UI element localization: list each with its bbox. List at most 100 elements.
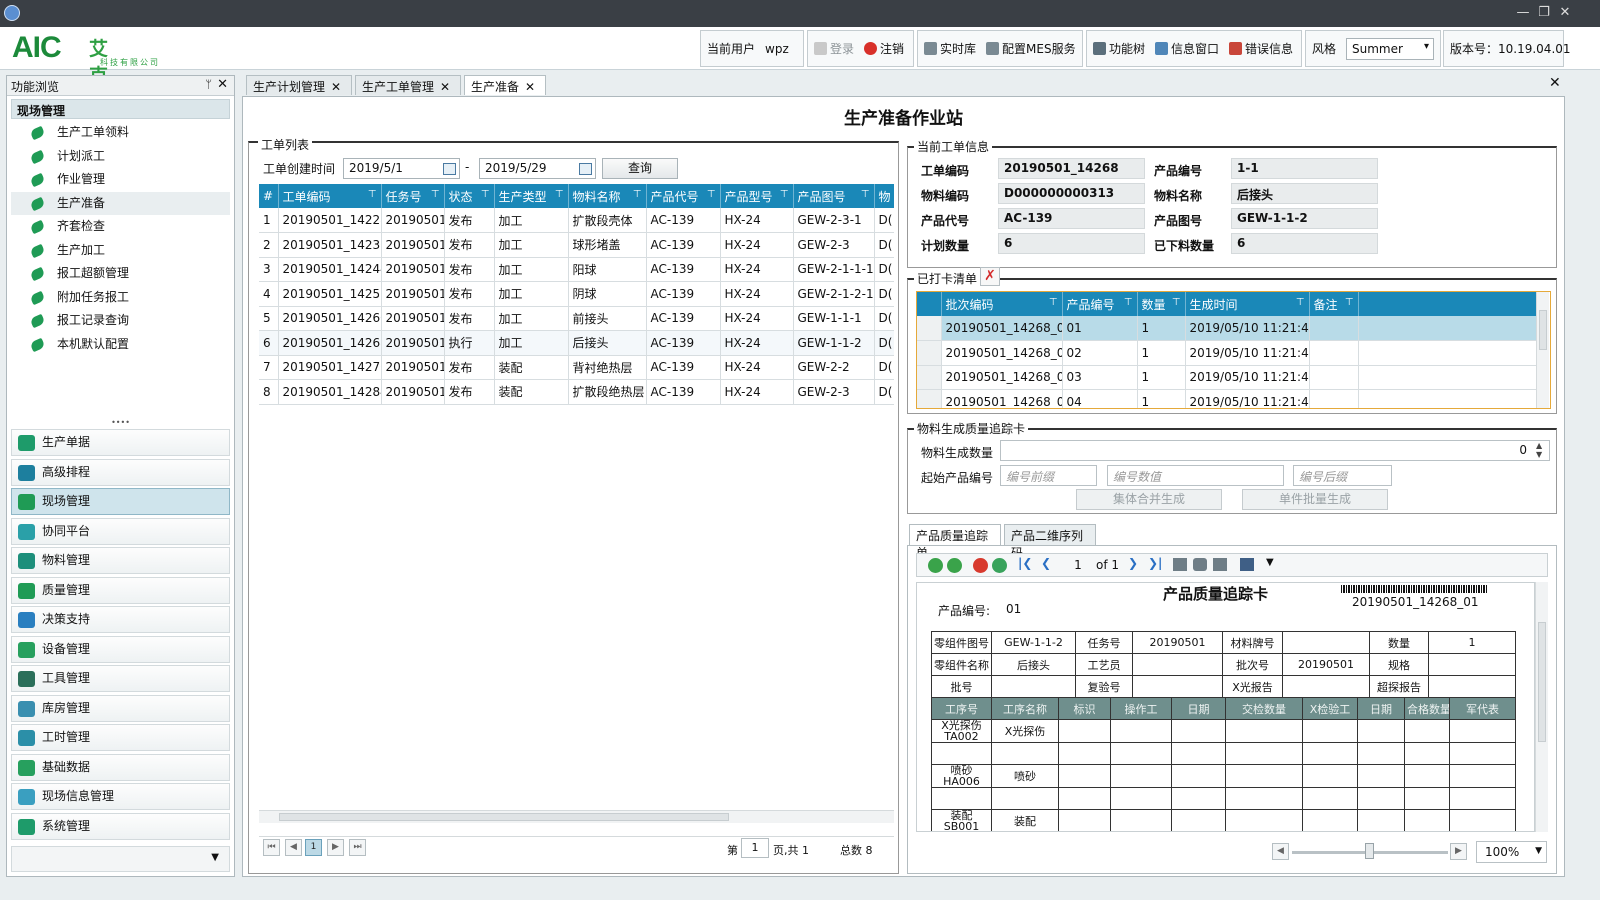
nav-item[interactable]: 设备管理	[11, 635, 230, 663]
table-row[interactable]: 20190501_14268_04 04 1 2019/05/10 11:21:43	[917, 389, 1536, 408]
filter-icon[interactable]: ⊤	[633, 189, 642, 200]
row-selector[interactable]	[917, 340, 942, 366]
calendar-icon[interactable]	[579, 163, 592, 175]
tree-item[interactable]: 齐套检查	[11, 215, 230, 239]
filter-icon[interactable]: ⊤	[368, 189, 377, 200]
zoom-select[interactable]: 100% ▼	[1476, 841, 1547, 863]
filter-icon[interactable]: ⊤	[1345, 297, 1354, 308]
first-page-icon[interactable]: |❮	[1018, 556, 1032, 570]
realtime-db-button[interactable]: 实时库	[924, 40, 976, 57]
nav-item[interactable]: 现场管理	[11, 488, 230, 515]
qty-spinner[interactable]: 0	[1000, 440, 1550, 461]
maximize-button[interactable]: ❐	[1535, 4, 1553, 22]
print-icon[interactable]	[1213, 558, 1227, 571]
zoom-out-button[interactable]: ◀	[1272, 843, 1289, 860]
column-header[interactable]: 产品代号 ⊤	[646, 184, 721, 208]
print-preview-icon[interactable]	[1193, 558, 1207, 571]
next-page-icon[interactable]: ❯	[1128, 556, 1138, 570]
table-row[interactable]: 1 20190501_14228 20190501 发布 加工 扩散段壳体 AC-139 HX…	[259, 208, 894, 233]
refresh-icon[interactable]	[992, 558, 1007, 573]
page-1-button[interactable]: 1	[305, 839, 322, 856]
column-header[interactable]: 产品图号 ⊤	[793, 184, 875, 208]
first-page-button[interactable]: ⏮	[263, 839, 280, 856]
filter-icon[interactable]: ⊤	[707, 189, 716, 200]
column-header[interactable]: 数量 ⊤	[1137, 292, 1186, 316]
horizontal-scrollbar[interactable]	[259, 810, 894, 823]
row-selector[interactable]	[917, 316, 942, 341]
nav-item[interactable]: 协同平台	[11, 517, 230, 545]
column-header[interactable]: 产品型号 ⊤	[720, 184, 794, 208]
tab-qr-serial[interactable]: 产品二维序列码	[1004, 524, 1096, 560]
nav-item[interactable]: 工时管理	[11, 724, 230, 751]
pin-icon[interactable]: ᛘ	[205, 78, 212, 91]
column-header[interactable]: 产品编号 ⊤	[1062, 292, 1138, 316]
column-header[interactable]: #	[259, 184, 279, 208]
nav-item[interactable]: 工具管理	[11, 665, 230, 692]
zoom-slider-handle[interactable]	[1365, 843, 1374, 859]
login-button[interactable]: 登录	[814, 40, 854, 57]
next-page-button[interactable]: ▶	[327, 839, 344, 856]
tree-group-header[interactable]: 现场管理	[11, 99, 230, 119]
prefix-input[interactable]: 编号前缀	[1000, 465, 1097, 486]
nav-item[interactable]: 高级排程	[11, 458, 230, 486]
filter-icon[interactable]: ⊤	[431, 189, 440, 200]
save-icon[interactable]	[1240, 558, 1254, 571]
stop-icon[interactable]	[973, 558, 988, 573]
table-row[interactable]: 6 20190501_14268 20190501 执行 加工 后接头 AC-139 HX-2…	[259, 330, 894, 356]
column-header[interactable]: 任务号 ⊤	[381, 184, 445, 208]
merge-generate-button[interactable]: 集体合并生成	[1076, 489, 1222, 510]
date-from-input[interactable]: 2019/5/1	[343, 158, 460, 179]
nav-item[interactable]: 基础数据	[11, 753, 230, 781]
nav-item[interactable]: 物料管理	[11, 547, 230, 574]
tab-work-order[interactable]: 生产工单管理 ✕	[355, 75, 461, 95]
table-row[interactable]: 2 20190501_14236 20190501 发布 加工 球形堵盖 AC-139 HX-…	[259, 232, 894, 258]
column-header[interactable]: 工单编码 ⊤	[278, 184, 382, 208]
error-info-button[interactable]: 错误信息	[1229, 40, 1293, 57]
tree-item[interactable]: 报工记录查询	[11, 309, 230, 333]
nav-item[interactable]: 决策支持	[11, 606, 230, 633]
table-row[interactable]: 20190501_14268_03 03 1 2019/05/10 11:21:43	[917, 365, 1536, 390]
tree-item[interactable]: 本机默认配置	[11, 333, 230, 357]
forward-icon[interactable]	[947, 558, 962, 573]
close-icon[interactable]: ✕	[440, 80, 450, 94]
last-page-icon[interactable]: ❯|	[1148, 556, 1162, 570]
page-input[interactable]: 1	[741, 838, 769, 858]
report-page-input[interactable]: 1	[1065, 558, 1091, 572]
tree-item[interactable]: 附加任务报工	[11, 286, 230, 310]
table-row[interactable]: 20190501_14268_02 02 1 2019/05/10 11:21:43	[917, 340, 1536, 366]
save-dropdown-icon[interactable]: ▼	[1266, 557, 1274, 568]
nav-item[interactable]: 生产单据	[11, 429, 230, 456]
nav-item[interactable]: 系统管理	[11, 812, 230, 840]
filter-icon[interactable]: ⊤	[1049, 297, 1058, 308]
table-row[interactable]: 8 20190501_14284 20190501 发布 装配 扩散段绝热层 AC-139 H…	[259, 379, 894, 405]
filter-icon[interactable]: ⊤	[780, 189, 789, 200]
column-header[interactable]: 物	[874, 184, 894, 208]
zoom-in-button[interactable]: ▶	[1450, 843, 1467, 860]
row-selector[interactable]	[917, 365, 942, 390]
tree-item[interactable]: 计划派工	[11, 145, 230, 169]
tree-item[interactable]: 报工超额管理	[11, 262, 230, 286]
filter-icon[interactable]: ⊤	[555, 189, 564, 200]
back-icon[interactable]	[928, 558, 943, 573]
prev-page-button[interactable]: ◀	[285, 839, 302, 856]
table-row[interactable]: 3 20190501_14244 20190501 发布 加工 阳球 AC-139 HX-24…	[259, 257, 894, 282]
prev-page-icon[interactable]: ❮	[1041, 556, 1051, 570]
close-all-tabs-icon[interactable]: ✕	[1549, 75, 1561, 91]
filter-icon[interactable]: ⊤	[861, 189, 870, 200]
card-grid-scrollbar[interactable]	[1536, 292, 1549, 408]
tab-production-prep[interactable]: 生产准备 ✕	[464, 75, 546, 95]
nav-item[interactable]: 质量管理	[11, 576, 230, 604]
tab-quality-trace[interactable]: 产品质量追踪单	[909, 524, 1001, 560]
table-row[interactable]: 7 20190501_14276 20190501 发布 装配 背衬绝热层 AC-139 HX…	[259, 355, 894, 380]
page-setup-icon[interactable]	[1173, 558, 1187, 571]
nav-overflow[interactable]: ▼	[11, 846, 230, 872]
close-icon[interactable]: ✕	[525, 80, 535, 94]
batch-generate-button[interactable]: 单件批量生成	[1242, 489, 1388, 510]
nav-item[interactable]: 现场信息管理	[11, 783, 230, 810]
query-button[interactable]: 查询	[602, 158, 678, 179]
row-selector[interactable]	[917, 389, 942, 408]
filter-icon[interactable]: ⊤	[1124, 297, 1133, 308]
column-header[interactable]: 生产类型 ⊤	[494, 184, 569, 208]
column-header[interactable]: 物料名称 ⊤	[568, 184, 647, 208]
filter-icon[interactable]: ⊤	[1296, 297, 1305, 308]
